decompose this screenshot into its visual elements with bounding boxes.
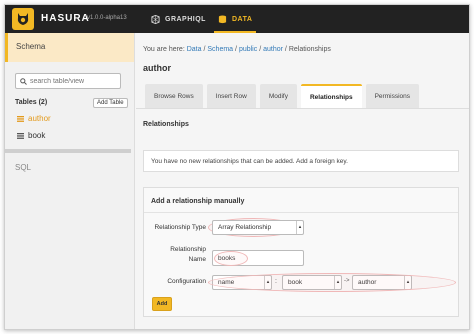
main-panel: You are here: Data / Schema / public / a… <box>136 33 469 329</box>
breadcrumb-separator: / <box>235 46 237 53</box>
relationship-name-label-line1: Relationship <box>170 246 206 253</box>
relationship-type-label: Relationship Type <box>154 224 206 231</box>
tab-browse-rows[interactable]: Browse Rows <box>145 84 203 108</box>
nav-tab-data[interactable]: DATA <box>213 5 257 33</box>
breadcrumb-separator: / <box>203 46 206 53</box>
select-arrows-icon: ▴ <box>296 221 303 234</box>
tables-label: Tables (2) <box>15 99 48 106</box>
breadcrumb-prefix: You are here: <box>143 46 185 53</box>
breadcrumb-separator: / <box>259 46 262 53</box>
sidebar-divider <box>5 149 131 153</box>
top-navbar: HASURA v1.0.0-alpha13 GRAPHIQL DATA <box>5 5 469 33</box>
app-window: HASURA v1.0.0-alpha13 GRAPHIQL DATA Sche… <box>4 4 470 330</box>
search-input[interactable] <box>30 77 118 85</box>
relationship-type-value: Array Relationship <box>218 224 272 231</box>
tab-relationships[interactable]: Relationships <box>300 84 362 108</box>
schema-label: Schema <box>16 42 46 51</box>
breadcrumb-author[interactable]: author <box>263 46 283 53</box>
breadcrumb-public[interactable]: public <box>239 46 257 53</box>
tab-permissions[interactable]: Permissions <box>365 84 419 108</box>
tab-modify[interactable]: Modify <box>259 84 297 108</box>
relationship-name-label-line2: Name <box>188 256 206 263</box>
sidebar-item-label: author <box>28 114 51 123</box>
add-table-button[interactable]: Add Table <box>93 98 128 108</box>
brand-name: HASURA <box>41 13 90 24</box>
graphiql-icon <box>151 14 160 24</box>
sidebar-item-book[interactable]: book <box>17 131 45 140</box>
table-icon <box>17 132 24 139</box>
highlight-annotation <box>214 251 248 266</box>
search-box[interactable] <box>15 73 121 89</box>
database-icon <box>218 14 227 23</box>
manual-relationship-title: Add a relationship manually <box>151 198 245 205</box>
sidebar: Schema Tables (2) Add Table author <box>5 33 135 329</box>
add-relationship-button[interactable]: Add <box>152 297 172 311</box>
breadcrumb-data[interactable]: Data <box>187 46 202 53</box>
relationship-name-label: Relationship Name <box>146 245 206 265</box>
nav-tab-graphiql[interactable]: GRAPHIQL <box>151 5 206 33</box>
tab-insert-row[interactable]: Insert Row <box>206 84 256 108</box>
page-title: author <box>143 63 171 73</box>
manual-relationship-panel: Add a relationship manually Relationship… <box>143 187 459 317</box>
relationship-type-select[interactable]: Array Relationship ▴ <box>212 220 304 235</box>
sidebar-item-schema[interactable]: Schema <box>5 33 134 62</box>
nav-graphiql-label: GRAPHIQL <box>165 15 206 23</box>
breadcrumb-current: Relationships <box>288 46 331 53</box>
tab-content: Relationships You have no new relationsh… <box>136 108 469 329</box>
tab-bar: Browse Rows Insert Row Modify Relationsh… <box>145 84 423 108</box>
highlight-annotation <box>208 273 456 292</box>
search-icon <box>20 77 27 85</box>
configuration-label: Configuration <box>167 278 206 285</box>
table-icon <box>17 115 24 122</box>
sidebar-item-author[interactable]: author <box>17 114 51 123</box>
relationships-heading: Relationships <box>143 121 189 128</box>
hasura-logo-icon[interactable] <box>12 8 34 30</box>
sidebar-item-label: book <box>28 131 46 140</box>
breadcrumb-separator: / <box>284 46 287 53</box>
divider <box>144 212 458 213</box>
sidebar-item-sql[interactable]: SQL <box>15 163 31 172</box>
version-label: v1.0.0-alpha13 <box>87 15 127 21</box>
no-relationships-notice: You have no new relationships that can b… <box>143 150 459 172</box>
breadcrumb-schema[interactable]: Schema <box>207 46 233 53</box>
nav-data-label: DATA <box>232 15 253 23</box>
breadcrumb: You are here: Data / Schema / public / a… <box>143 46 331 53</box>
